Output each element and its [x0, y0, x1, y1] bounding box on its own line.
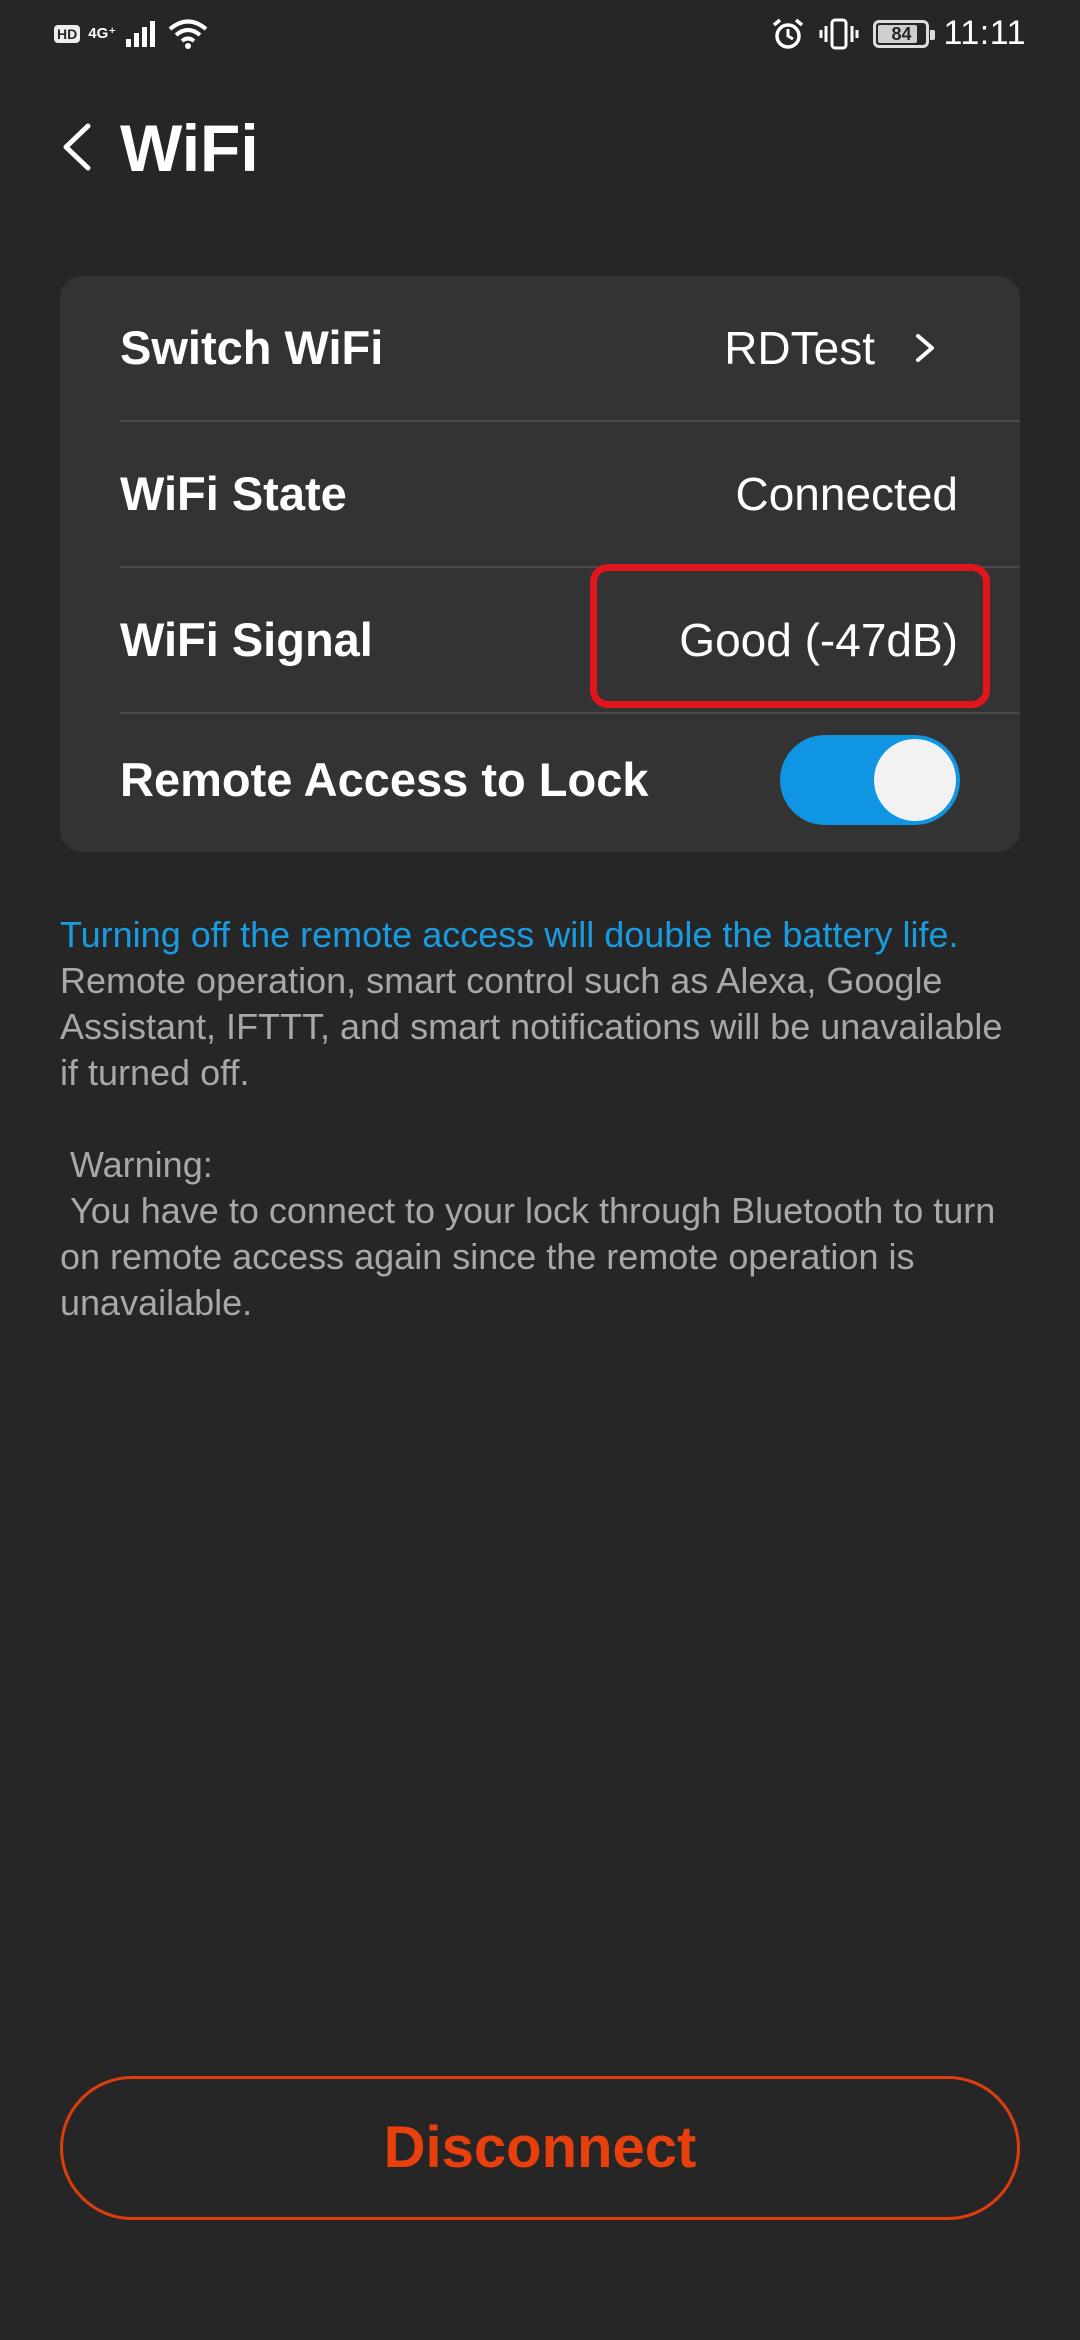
wifi-state-row: WiFi State Connected — [60, 422, 1020, 566]
signal-highlight-box — [590, 564, 990, 708]
battery-life-note: Turning off the remote access will doubl… — [60, 914, 959, 955]
warning-body: You have to connect to your lock through… — [60, 1190, 1006, 1323]
wifi-state-value: Connected — [735, 468, 959, 520]
remote-access-label: Remote Access to Lock — [120, 753, 649, 806]
battery-level: 84 — [891, 23, 912, 44]
warning-title: Warning: — [60, 1144, 213, 1185]
toggle-knob — [874, 739, 956, 821]
back-arrow-icon[interactable] — [54, 112, 104, 182]
page-title: WiFi — [120, 111, 259, 185]
wifi-icon — [168, 19, 208, 49]
switch-wifi-row[interactable]: Switch WiFi RDTest — [60, 276, 1020, 420]
status-left: HD 4G⁺ — [54, 18, 208, 50]
wifi-signal-label: WiFi Signal — [120, 613, 373, 666]
network-type: 4G⁺ — [88, 25, 117, 42]
battery-icon: 84 — [873, 19, 936, 48]
wifi-settings-card: Switch WiFi RDTest WiFi State Connected … — [60, 276, 1020, 852]
remote-access-description: Remote operation, smart control such as … — [60, 960, 1003, 1093]
wifi-state-label: WiFi State — [120, 467, 347, 520]
remote-access-info: Turning off the remote access will doubl… — [60, 912, 1020, 1326]
status-right: 84 11:11 — [771, 14, 1026, 53]
chevron-right-icon — [916, 334, 934, 362]
alarm-icon — [773, 18, 804, 49]
switch-wifi-label: Switch WiFi — [120, 321, 384, 374]
disconnect-button[interactable]: Disconnect — [60, 2076, 1020, 2220]
status-bar: HD 4G⁺ 84 11:11 — [0, 0, 1080, 72]
vibrate-icon — [819, 18, 859, 49]
signal-icon — [126, 21, 156, 47]
clock: 11:11 — [943, 14, 1026, 52]
hd-badge: HD — [54, 25, 81, 43]
current-network-name: RDTest — [724, 322, 875, 374]
remote-access-toggle[interactable] — [780, 735, 960, 825]
